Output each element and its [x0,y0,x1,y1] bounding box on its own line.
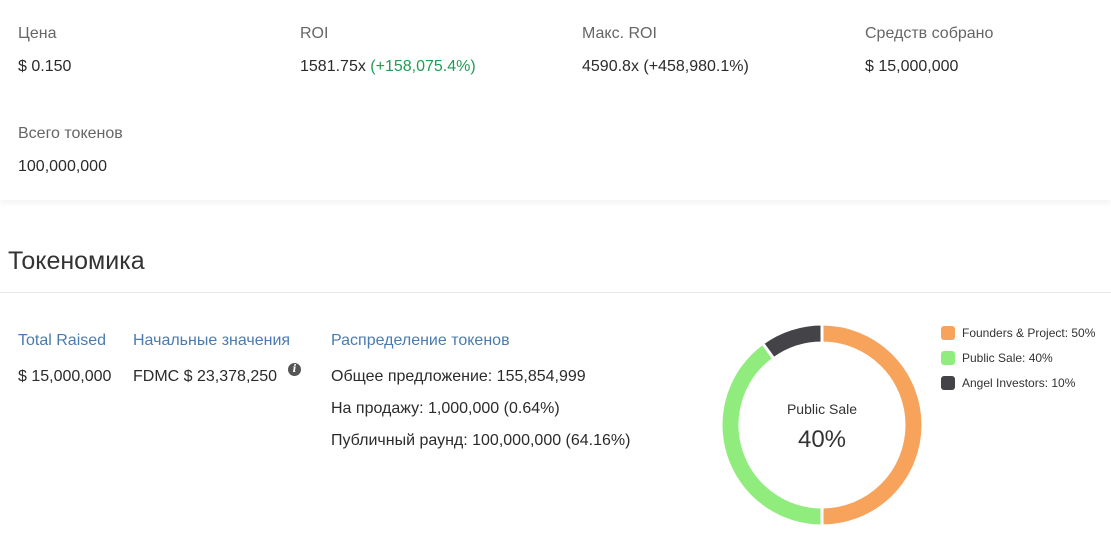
stat-roi-label: ROI [300,25,329,42]
legend-swatch [941,325,955,340]
legend-item-founders-project[interactable]: Founders & Project: 50% [941,320,1095,345]
legend-label: Founders & Project: 50% [962,325,1096,340]
donut-slice-angel-investors[interactable] [760,322,824,361]
stat-roi: ROI 1581.75x (+158,075.4%) [300,24,476,77]
stat-roi-change: (+158,075.4%) [370,58,476,75]
distribution-public-round: Публичный раунд: 100,000,000 (64.16%) [331,432,631,449]
distribution-column: Распределение токенов Общее предложение:… [331,331,630,451]
stat-roi-value: 1581.75x [300,58,366,75]
donut-center-value: 40% [797,426,847,453]
distribution-head: Распределение токенов [331,332,510,349]
stat-total-tokens-label: Всего токенов [18,125,123,142]
stat-price: Цена $ 0.150 [18,24,71,77]
legend-label: Public Sale: 40% [962,350,1053,365]
stat-raised: Средств собрано $ 15,000,000 [865,24,993,77]
legend-item-angel-investors[interactable]: Angel Investors: 10% [941,370,1095,395]
stat-total-tokens: Всего токенов 100,000,000 [18,124,123,177]
total-raised-value: $ 15,000,000 [18,368,112,385]
distribution-total-supply: Общее предложение: 155,854,999 [331,368,586,385]
section-divider [0,292,1111,293]
donut-center-label: Public Sale [786,401,858,417]
legend-item-public-sale[interactable]: Public Sale: 40% [941,345,1095,370]
initial-values-head: Начальные значения [133,332,291,349]
distribution-for-sale: На продажу: 1,000,000 (0.64%) [331,400,560,417]
stat-max-roi-value: 4590.8x (+458,980.1%) [582,58,749,75]
stat-max-roi-label: Макс. ROI [582,25,657,42]
stat-price-value: $ 0.150 [18,58,72,75]
legend-label: Angel Investors: 10% [962,375,1076,390]
stat-price-label: Цена [18,25,57,42]
total-raised-column: Total Raised $ 15,000,000 [18,331,111,387]
total-raised-head: Total Raised [18,332,107,349]
stat-total-tokens-value: 100,000,000 [18,158,107,175]
initial-values-column: Начальные значения FDMC $ 23,378,250 [133,331,290,387]
fdmc-value: FDMC $ 23,378,250 [133,368,278,385]
tokenomics-title: Токеномика [8,247,145,275]
stat-raised-label: Средств собрано [865,25,994,42]
legend-swatch [941,375,955,390]
stat-max-roi: Макс. ROI 4590.8x (+458,980.1%) [582,24,749,77]
stat-raised-value: $ 15,000,000 [865,58,959,75]
chart-legend: Founders & Project: 50% Public Sale: 40% A… [941,320,1095,395]
stats-card: Цена $ 0.150 ROI 1581.75x (+158,075.4%) … [0,0,1111,200]
stat-roi-value-row: 1581.75x (+158,075.4%) [300,57,476,77]
page: Цена $ 0.150 ROI 1581.75x (+158,075.4%) … [0,0,1111,544]
info-icon[interactable]: i [288,363,301,376]
legend-swatch [941,350,955,365]
